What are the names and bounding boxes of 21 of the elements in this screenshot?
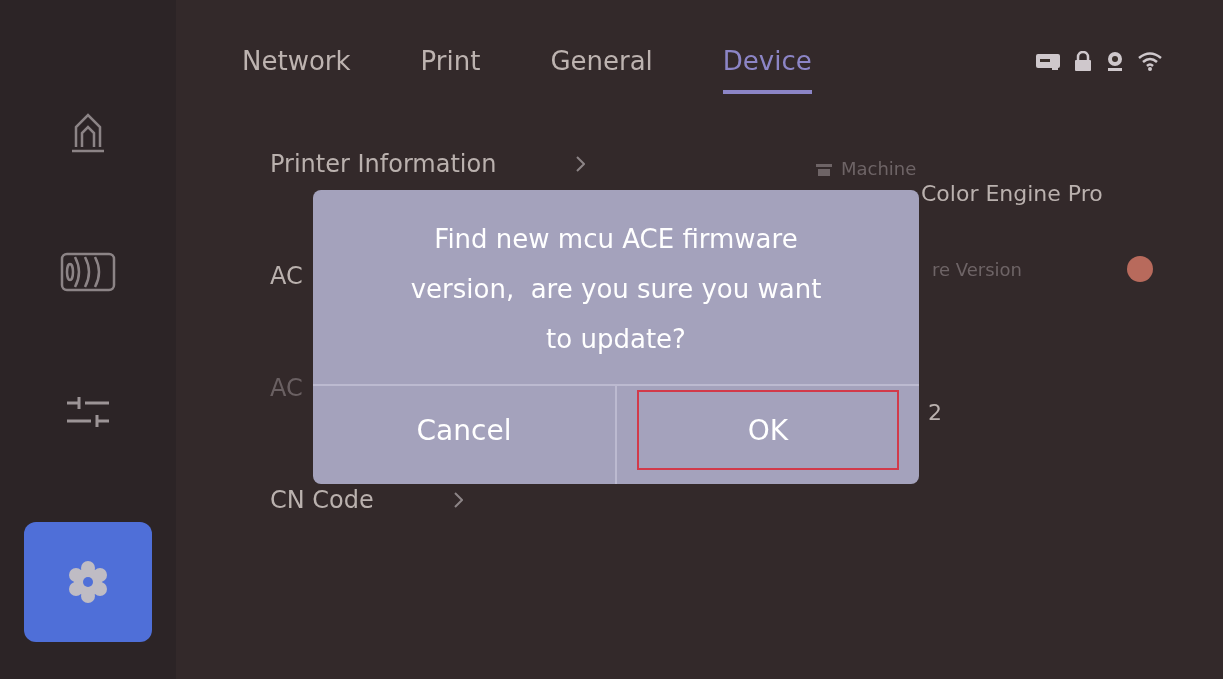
lock-icon: [1073, 50, 1093, 72]
info-value: Color Engine Pro: [921, 181, 1103, 206]
house-icon: [70, 111, 106, 153]
tab[interactable]: General: [550, 46, 653, 94]
info-label: Machine: [841, 158, 917, 179]
spool-icon: [59, 251, 117, 293]
printer-icon: [1035, 51, 1061, 71]
settings-icon: [66, 560, 110, 604]
setting-label[interactable]: CN Code: [270, 486, 374, 514]
wifi-icon: [1137, 50, 1163, 72]
info-label: re Version: [932, 258, 1022, 280]
tab[interactable]: Device: [722, 46, 812, 94]
webcam-icon: [1105, 50, 1125, 72]
setting-label[interactable]: Printer Information: [270, 150, 497, 178]
tab[interactable]: Print: [420, 46, 481, 94]
info-value: 2: [928, 400, 942, 425]
dialog-message: Find new mcu ACE firmware version, are you sure you want to update?: [313, 190, 919, 386]
setting-label[interactable]: AC: [270, 262, 303, 290]
sliders-icon: [65, 395, 111, 429]
sidebar-item[interactable]: [24, 522, 152, 642]
tab[interactable]: Network: [242, 46, 351, 94]
